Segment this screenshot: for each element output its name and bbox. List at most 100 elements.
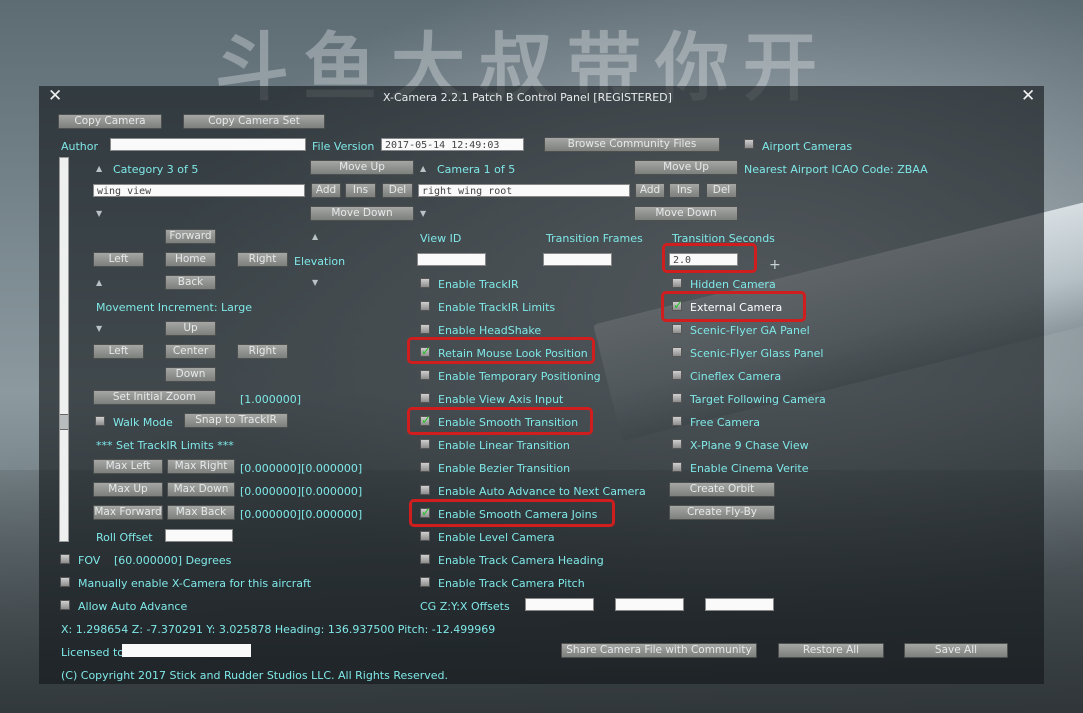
create-flyby-button[interactable]: Create Fly-By	[669, 505, 775, 520]
center-button[interactable]: Center	[165, 344, 216, 359]
rotate-left-button[interactable]: Left	[93, 344, 144, 359]
author-input[interactable]	[110, 138, 306, 151]
highlight-retain-mouse	[407, 337, 595, 364]
camera-add-button[interactable]: Add	[635, 183, 665, 198]
allow-auto-advance-checkbox[interactable]	[60, 600, 70, 610]
category-up-arrow-icon[interactable]: ▲	[96, 165, 102, 173]
scrollbar[interactable]	[59, 157, 69, 542]
option-checkbox[interactable]	[420, 439, 430, 449]
camera-type-checkbox[interactable]	[672, 462, 682, 472]
roll-offset-input[interactable]	[165, 529, 233, 542]
max-back-button[interactable]: Max Back	[167, 505, 235, 520]
option-checkbox[interactable]	[420, 531, 430, 541]
camera-move-down-button[interactable]: Move Down	[634, 206, 738, 221]
save-all-button[interactable]: Save All	[904, 643, 1008, 658]
cg-offsets-label: CG Z:Y:X Offsets	[420, 600, 510, 613]
fov-value: [60.000000] Degrees	[114, 554, 232, 567]
camera-type-label: Enable Cinema Verite	[690, 462, 809, 475]
manual-enable-label: Manually enable X-Camera for this aircra…	[78, 577, 312, 590]
cg-y-input[interactable]	[615, 598, 684, 611]
camera-move-up-button[interactable]: Move Up	[634, 160, 738, 175]
fov-checkbox[interactable]	[60, 554, 70, 564]
elevation-up-arrow-icon[interactable]: ▲	[312, 233, 318, 241]
elevation-down-arrow-icon[interactable]: ▼	[312, 279, 318, 287]
camera-ins-button[interactable]: Ins	[669, 183, 700, 198]
copy-camera-set-button[interactable]: Copy Camera Set	[183, 114, 325, 129]
max-up-button[interactable]: Max Up	[93, 482, 163, 497]
manual-enable-checkbox[interactable]	[60, 577, 70, 587]
up-button[interactable]: Up	[165, 321, 216, 336]
option-checkbox[interactable]	[420, 485, 430, 495]
category-down-arrow-icon[interactable]: ▼	[96, 210, 102, 218]
option-label: Enable Bezier Transition	[438, 462, 571, 475]
cg-x-input[interactable]	[705, 598, 774, 611]
increment-up-arrow-icon[interactable]: ▲	[96, 279, 102, 287]
category-add-button[interactable]: Add	[311, 183, 341, 198]
camera-type-checkbox[interactable]	[672, 347, 682, 357]
option-checkbox[interactable]	[420, 324, 430, 334]
max-forward-button[interactable]: Max Forward	[93, 505, 163, 520]
down-button[interactable]: Down	[165, 367, 216, 382]
browse-community-button[interactable]: Browse Community Files	[544, 137, 720, 152]
camera-type-checkbox[interactable]	[672, 370, 682, 380]
max-down-button[interactable]: Max Down	[167, 482, 235, 497]
back-button[interactable]: Back	[165, 275, 216, 290]
fov-label: FOV	[78, 554, 101, 567]
camera-type-checkbox[interactable]	[672, 393, 682, 403]
set-initial-zoom-button[interactable]: Set Initial Zoom	[93, 390, 216, 405]
category-del-button[interactable]: Del	[382, 183, 413, 198]
camera-del-button[interactable]: Del	[706, 183, 737, 198]
option-checkbox[interactable]	[420, 462, 430, 472]
cg-z-input[interactable]	[525, 598, 594, 611]
camera-type-checkbox[interactable]	[672, 324, 682, 334]
option-checkbox[interactable]	[420, 370, 430, 380]
camera-type-checkbox[interactable]	[672, 416, 682, 426]
category-ins-button[interactable]: Ins	[345, 183, 376, 198]
licensee-field	[122, 644, 251, 657]
right-button[interactable]: Right	[237, 252, 288, 267]
walk-mode-checkbox[interactable]	[95, 416, 105, 426]
close-icon-left[interactable]: ✕	[48, 88, 62, 105]
share-camera-button[interactable]: Share Camera File with Community	[561, 643, 757, 658]
category-move-up-button[interactable]: Move Up	[310, 160, 414, 175]
max-left-button[interactable]: Max Left	[93, 459, 163, 474]
option-label: Enable View Axis Input	[438, 393, 564, 406]
file-version-label: File Version	[312, 140, 375, 153]
category-name-input[interactable]: wing view	[93, 184, 305, 197]
option-checkbox[interactable]	[420, 577, 430, 587]
transition-frames-input[interactable]	[543, 253, 612, 266]
left-button[interactable]: Left	[93, 252, 144, 267]
position-status: X: 1.298654 Z: -7.370291 Y: 3.025878 Hea…	[61, 623, 496, 636]
max-right-button[interactable]: Max Right	[167, 459, 235, 474]
restore-all-button[interactable]: Restore All	[778, 643, 884, 658]
option-checkbox[interactable]	[420, 278, 430, 288]
camera-type-label: Cineflex Camera	[690, 370, 782, 383]
option-checkbox[interactable]	[420, 554, 430, 564]
camera-up-arrow-icon[interactable]: ▲	[420, 165, 426, 173]
create-orbit-button[interactable]: Create Orbit	[669, 482, 775, 497]
camera-name-input[interactable]: right wing root	[418, 184, 630, 197]
category-move-down-button[interactable]: Move Down	[310, 206, 414, 221]
option-label: Enable TrackIR	[438, 278, 519, 291]
file-version-input[interactable]: 2017-05-14 12:49:03	[381, 138, 524, 151]
home-button[interactable]: Home	[165, 252, 216, 267]
forward-button[interactable]: Forward	[165, 229, 216, 244]
walk-mode-label: Walk Mode	[113, 416, 173, 429]
camera-down-arrow-icon[interactable]: ▼	[420, 210, 426, 218]
airport-cameras-checkbox[interactable]	[744, 139, 754, 149]
copy-camera-button[interactable]: Copy Camera	[58, 114, 162, 129]
increment-down-arrow-icon[interactable]: ▼	[96, 325, 102, 333]
camera-type-checkbox[interactable]	[672, 278, 682, 288]
camera-type-checkbox[interactable]	[672, 439, 682, 449]
snap-trackir-button[interactable]: Snap to TrackIR	[184, 413, 288, 428]
view-id-input[interactable]	[417, 253, 486, 266]
option-checkbox[interactable]	[420, 393, 430, 403]
option-checkbox[interactable]	[420, 301, 430, 311]
option-label: Enable Temporary Positioning	[438, 370, 601, 383]
airport-cameras-label: Airport Cameras	[762, 140, 853, 153]
rotate-right-button[interactable]: Right	[237, 344, 288, 359]
scrollbar-thumb[interactable]	[60, 414, 68, 430]
trackir-limits-heading: *** Set TrackIR Limits ***	[96, 439, 234, 452]
licensed-to-label: Licensed to	[61, 646, 124, 659]
close-icon-right[interactable]: ✕	[1021, 88, 1035, 105]
